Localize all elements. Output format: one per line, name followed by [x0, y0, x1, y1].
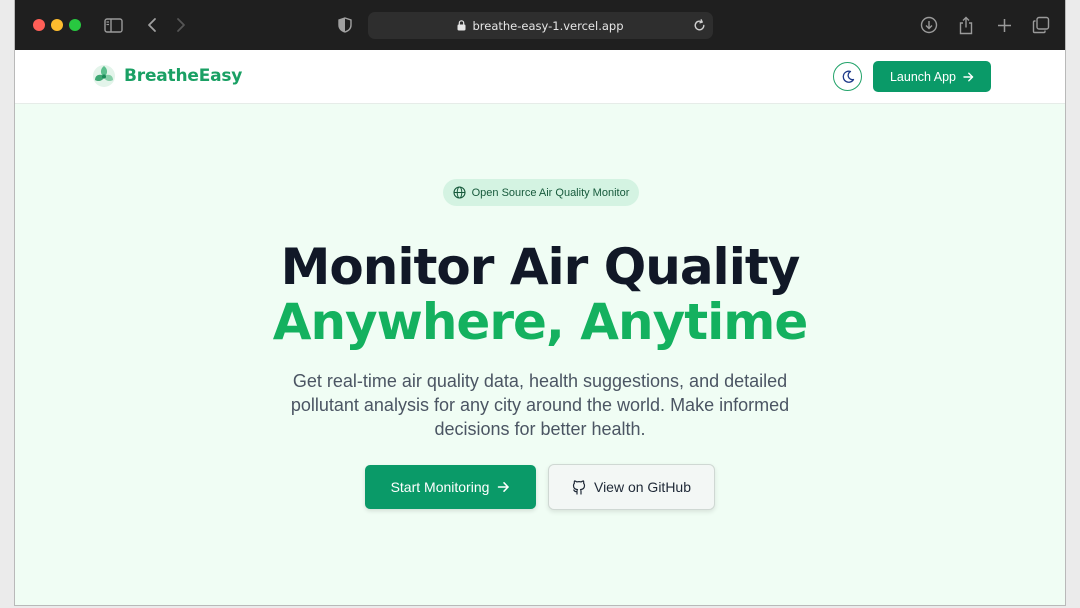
address-bar[interactable]: breathe-easy-1.vercel.app — [368, 12, 713, 39]
view-on-github-button[interactable]: View on GitHub — [548, 464, 715, 510]
view-on-github-label: View on GitHub — [593, 479, 691, 495]
share-icon[interactable] — [955, 14, 977, 36]
forward-icon[interactable] — [170, 14, 192, 36]
brand-name: BreatheEasy — [124, 66, 243, 86]
shield-icon[interactable] — [334, 14, 356, 36]
browser-window: breathe-easy-1.vercel.app BreatheEasy La… — [14, 0, 1066, 606]
close-window-button[interactable] — [33, 19, 45, 31]
launch-app-label: Launch App — [889, 69, 957, 84]
download-icon[interactable] — [918, 14, 940, 36]
moon-icon — [841, 70, 855, 84]
new-tab-icon[interactable] — [993, 14, 1015, 36]
minimize-window-button[interactable] — [51, 19, 63, 31]
url-text: breathe-easy-1.vercel.app — [472, 18, 624, 33]
back-icon[interactable] — [141, 14, 163, 36]
globe-icon — [453, 186, 466, 199]
hero-description: Get real-time air quality data, health s… — [290, 371, 790, 439]
brand-link[interactable]: BreatheEasy — [91, 62, 242, 90]
sidebar-icon[interactable] — [102, 14, 124, 36]
hero-title-line-2: Anywhere, Anytime — [272, 293, 809, 351]
start-monitoring-button[interactable]: Start Monitoring — [365, 465, 536, 509]
arrow-right-icon — [497, 481, 510, 493]
hero-badge-label: Open Source Air Quality Monitor — [471, 186, 630, 199]
launch-app-button[interactable]: Launch App — [873, 61, 991, 92]
theme-toggle-button[interactable] — [833, 62, 862, 91]
logo-icon — [91, 63, 117, 89]
reload-icon[interactable] — [691, 17, 707, 33]
hero-title-line-1: Monitor Air Quality — [280, 238, 801, 296]
hero-badge: Open Source Air Quality Monitor — [443, 179, 639, 206]
arrow-right-icon — [963, 72, 974, 82]
lock-icon — [457, 20, 466, 31]
zoom-window-button[interactable] — [69, 19, 81, 31]
tabs-overview-icon[interactable] — [1030, 14, 1052, 36]
github-icon — [572, 479, 586, 495]
start-monitoring-label: Start Monitoring — [390, 479, 490, 495]
browser-toolbar: breathe-easy-1.vercel.app — [15, 0, 1065, 50]
site-header: BreatheEasy Launch App — [15, 50, 1065, 104]
